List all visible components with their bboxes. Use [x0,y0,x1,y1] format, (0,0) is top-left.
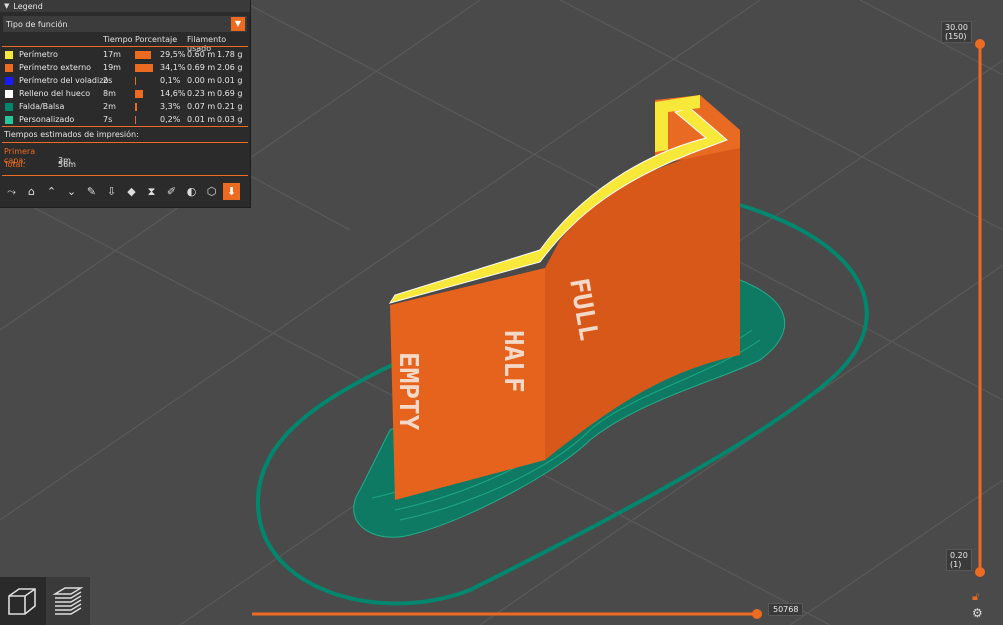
3d-view-icon[interactable] [0,577,44,625]
feature-time: 2s [103,76,113,85]
retractions-icon[interactable]: ⌃ [43,183,60,200]
color-swatch [5,103,13,111]
feature-meters: 0.00 m [187,76,216,85]
feature-name: Falda/Balsa [19,102,65,111]
layers-view-icon[interactable] [46,577,90,625]
feature-time: 7s [103,115,113,124]
percentage-bar [135,90,143,98]
feature-name: Perímetro externo [19,63,92,72]
color-swatch [5,77,13,85]
model-text-half: HALF [498,330,528,393]
feature-percent: 0,1% [160,76,181,85]
layer-slider-top-thumb[interactable] [975,39,985,49]
pause-icon[interactable]: ⧗ [143,183,160,200]
model-text-empty: EMPTY [393,352,423,431]
feature-name: Personalizado [19,115,75,124]
feature-percent: 0,2% [160,115,181,124]
total-label: Total: [4,160,26,169]
legend-header[interactable]: ▼ Legend [0,0,250,12]
feature-grams: 0.69 g [217,89,243,98]
feature-percent: 14,6% [160,89,186,98]
col-time: Tiempo [103,35,133,44]
feature-percent: 34,1% [160,63,186,72]
percentage-bar [135,51,151,59]
total-value: 56m [58,160,76,169]
legend-toolbar: ⤳ ⌂ ⌃ ⌄ ✎ ⇩ ◆ ⧗ ✐ ◐ ⬡ ⬇ [3,183,240,200]
feature-grams: 2.06 g [217,63,243,72]
travel-icon[interactable]: ⤳ [3,183,20,200]
layer-slider-bottom-thumb[interactable] [975,567,985,577]
feature-grams: 1.78 g [217,50,243,59]
legend-row[interactable]: Falda/Balsa 2m 3,3% 0.07 m 0.21 g [0,101,250,114]
percentage-bar [135,77,136,85]
seams-icon[interactable]: ✎ [83,183,100,200]
feature-type-select[interactable]: Tipo de función ▼ [3,16,247,32]
tool-changes-icon[interactable]: ⇩ [103,183,120,200]
feature-time: 2m [103,102,116,111]
feature-grams: 0.21 g [217,102,243,111]
color-swatch [5,90,13,98]
feature-meters: 0.69 m [187,63,216,72]
percentage-bar [135,116,136,124]
feature-time: 19m [103,63,121,72]
estimated-times-label: Tiempos estimados de impresión: [4,130,139,139]
bottom-height: 0.20 [950,551,968,560]
legend-divider [2,46,248,47]
percentage-bar [135,103,137,111]
center-of-gravity-icon[interactable]: ◐ [183,183,200,200]
legend-divider [2,175,248,176]
feature-name: Perímetro del voladizo [19,76,109,85]
feature-meters: 0.23 m [187,89,216,98]
legend-title: Legend [13,1,43,11]
legend-row[interactable]: Perímetro del voladizo 2s 0,1% 0.00 m 0.01 g [0,75,250,88]
feature-name: Relleno del hueco [19,89,91,98]
chevron-down-icon[interactable]: ▼ [231,17,245,31]
feature-type-value: Tipo de función [6,19,68,29]
legend-row[interactable]: Perímetro 17m 29,5% 0.60 m 1.78 g [0,49,250,62]
feature-meters: 0.01 m [187,115,216,124]
color-swatch [5,51,13,59]
legend-row[interactable]: Relleno del hueco 8m 14,6% 0.23 m 0.69 g [0,88,250,101]
feature-percent: 29,5% [160,50,186,59]
model-body [388,95,740,500]
feature-meters: 0.60 m [187,50,216,59]
tool-marker-icon[interactable]: ⬇ [223,183,240,200]
move-slider-label: 50768 [768,603,804,616]
custom-gcode-icon[interactable]: ✐ [163,183,180,200]
percentage-bar [135,64,153,72]
unlock-icon[interactable]: 🔓︎ [972,590,979,604]
layer-slider-top-label: 30.00 (150) [941,21,972,43]
settings-cog-icon[interactable]: ⚙ [972,606,983,620]
legend-divider [2,126,248,127]
feature-percent: 3,3% [160,102,181,111]
wipe-icon[interactable]: ⌂ [23,183,40,200]
legend-panel: ▼ Legend Tipo de función ▼ Tiempo Porcen… [0,0,250,207]
color-changes-icon[interactable]: ◆ [123,183,140,200]
collapse-triangle-icon[interactable]: ▼ [4,2,9,10]
bottom-layer: (1) [950,560,962,569]
feature-time: 17m [103,50,121,59]
move-slider-thumb[interactable] [752,609,762,619]
feature-meters: 0.07 m [187,102,216,111]
shells-icon[interactable]: ⬡ [203,183,220,200]
top-height: 30.00 [945,23,968,32]
col-percentage: Porcentaje [135,35,178,44]
feature-time: 8m [103,89,116,98]
view-toggle [0,577,90,625]
feature-grams: 0.03 g [217,115,243,124]
feature-name: Perímetro [19,50,58,59]
top-layer: (150) [945,32,967,41]
feature-grams: 0.01 g [217,76,243,85]
layer-slider-bottom-label: 0.20 (1) [946,549,972,571]
legend-divider [2,142,248,143]
deretractions-icon[interactable]: ⌄ [63,183,80,200]
total-time: Total: 56m [4,160,76,169]
legend-row[interactable]: Perímetro externo 19m 34,1% 0.69 m 2.06 g [0,62,250,75]
color-swatch [5,64,13,72]
color-swatch [5,116,13,124]
